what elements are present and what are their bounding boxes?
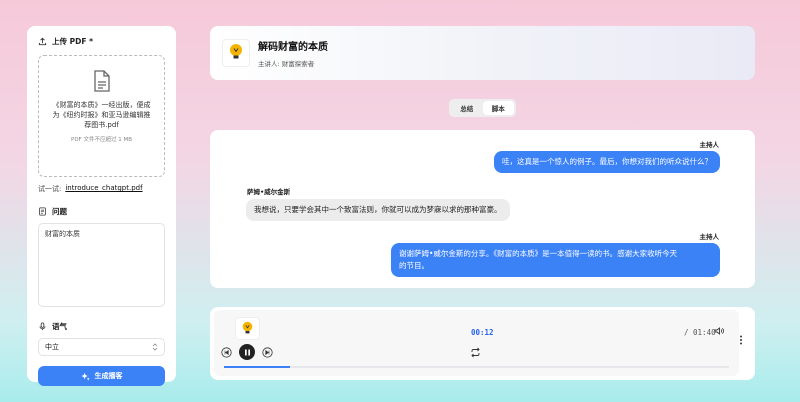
speaker-name: 萨姆•威尔金斯 <box>247 188 291 196</box>
podcast-speaker: 主讲人: 财富探索者 <box>258 60 315 68</box>
tone-select[interactable]: 中立 <box>38 338 165 356</box>
podcast-logo <box>222 39 250 67</box>
lightbulb-logo-icon <box>230 44 242 59</box>
try-example: 试一试: introduce_chatgpt.pdf <box>38 184 165 194</box>
upload-label: 上传 PDF * <box>52 37 93 46</box>
audio-player: 00:12 / 01:40 <box>210 307 755 380</box>
sparkles-icon <box>80 372 90 380</box>
speaker-name: 主持人 <box>699 233 720 241</box>
host-message-line: 的节目。 <box>399 261 429 270</box>
player-artwork <box>235 317 260 340</box>
pause-button[interactable] <box>239 344 255 360</box>
upload-label-row: 上传 PDF * <box>38 36 165 47</box>
question-label: 问题 <box>52 207 67 216</box>
more-vertical-icon <box>740 335 742 345</box>
progress-fill <box>224 366 290 368</box>
upload-limit: PDF 文件不应超过 1 MB <box>71 137 132 143</box>
total-time: / 01:40 <box>684 328 716 337</box>
skip-forward-button[interactable] <box>262 347 273 358</box>
repeat-icon <box>471 347 480 358</box>
question-label-row: 问题 <box>38 206 165 217</box>
transcript-panel: 主持人 哇，这真是一个惊人的例子。最后，你想对我们的听众说什么？ 萨姆•威尔金斯… <box>210 130 755 288</box>
input-panel: 上传 PDF * 《财富的本质》一经出版，便成为《纽约时报》和亚马逊编辑推荐图书… <box>27 26 176 386</box>
tone-value: 中立 <box>45 343 59 351</box>
speaker-name: 主持人 <box>699 141 720 149</box>
pause-icon <box>244 349 250 355</box>
lightbulb-logo-icon <box>242 321 253 333</box>
skip-forward-icon <box>262 347 273 358</box>
tab-script[interactable]: 脚本 <box>482 101 514 115</box>
document-icon <box>93 70 110 92</box>
volume-icon <box>714 327 724 335</box>
chevron-updown-icon <box>152 343 158 351</box>
skip-back-icon <box>221 347 232 358</box>
upload-icon <box>38 37 47 46</box>
current-time: 00:12 <box>471 328 494 337</box>
skip-back-button[interactable] <box>221 347 232 358</box>
tone-label: 语气 <box>52 322 67 331</box>
view-tabs: 总结 脚本 <box>449 99 516 117</box>
podcast-header: 解码财富的本质 主讲人: 财富探索者 <box>210 26 755 80</box>
microphone-icon <box>39 322 46 331</box>
tab-summary[interactable]: 总结 <box>451 101 483 115</box>
pdf-dropzone[interactable]: 《财富的本质》一经出版，便成为《纽约时报》和亚马逊编辑推荐图书.pdf PDF … <box>38 55 165 177</box>
volume-button[interactable] <box>714 326 724 336</box>
try-label: 试一试: <box>38 185 62 193</box>
tone-label-row: 语气 <box>38 321 165 332</box>
generate-podcast-button[interactable]: 生成播客 <box>38 366 165 386</box>
example-pdf-link[interactable]: introduce_chatgpt.pdf <box>65 184 142 194</box>
uploaded-filename: 《财富的本质》一经出版，便成为《纽约时报》和亚马逊编辑推荐图书.pdf <box>52 101 151 129</box>
host-message-line: 谢谢萨姆•威尔金斯的分享。《财富的本质》是一本值得一读的书。感谢大家收听今天 <box>399 249 678 258</box>
progress-bar[interactable] <box>224 366 729 368</box>
repeat-button[interactable] <box>470 347 481 358</box>
more-options-button[interactable] <box>738 334 744 346</box>
generate-label: 生成播客 <box>94 372 123 380</box>
host-message: 哇，这真是一个惊人的例子。最后，你想对我们的听众说什么？ <box>494 151 720 173</box>
host-message: 谢谢萨姆•威尔金斯的分享。《财富的本质》是一本值得一读的书。感谢大家收听今天 的… <box>391 243 720 277</box>
guest-message: 我想说，只要学会其中一个致富法则，你就可以成为梦寐以求的那种富豪。 <box>246 199 510 221</box>
podcast-title: 解码财富的本质 <box>258 42 328 53</box>
question-input[interactable]: 财富的本质 <box>38 223 165 307</box>
question-doc-icon <box>39 207 46 216</box>
